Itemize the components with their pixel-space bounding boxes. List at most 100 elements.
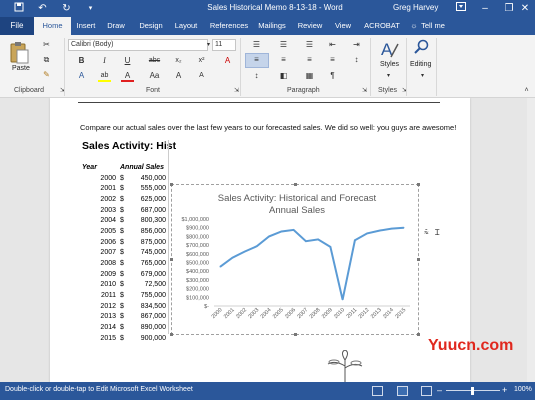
cut-icon[interactable]: ✂ (40, 39, 53, 51)
change-case-icon[interactable]: Aa (148, 70, 161, 82)
editing-dropdown-icon[interactable]: ▾ (416, 70, 429, 82)
copy-icon[interactable]: ⧉ (40, 54, 53, 66)
font-name-box[interactable]: Calibri (Body) (68, 39, 208, 51)
underline-icon[interactable]: U (121, 55, 134, 67)
font-launcher-icon[interactable]: ⇲ (230, 85, 243, 97)
tab-view[interactable]: View (332, 17, 354, 35)
sort-icon[interactable]: ↕ (350, 54, 363, 66)
sales-cell: 900,000 (140, 334, 166, 342)
zoom-slider-thumb[interactable] (471, 387, 474, 395)
grow-font-icon[interactable]: A (172, 70, 185, 82)
tab-home[interactable]: Home (34, 17, 71, 35)
embedded-chart[interactable]: Sales Activity: Historical and Forecast … (170, 183, 420, 336)
styles-dropdown-icon[interactable]: ▾ (382, 70, 395, 82)
body-paragraph[interactable]: Compare our actual sales over the last f… (80, 123, 456, 132)
tab-layout[interactable]: Layout (171, 17, 201, 35)
resize-handle[interactable] (417, 258, 420, 261)
sales-table[interactable]: Year Annual Sales 2000 $450,000 2001 $555,0… (80, 162, 168, 344)
web-layout-icon[interactable] (421, 386, 432, 396)
document-page[interactable]: Compare our actual sales over the last f… (50, 98, 470, 382)
divider (370, 38, 371, 96)
read-mode-icon[interactable] (372, 386, 383, 396)
decrease-indent-icon[interactable]: ⇤ (326, 39, 339, 51)
user-name[interactable]: Greg Harvey (393, 3, 438, 12)
align-right-icon[interactable]: ≡ (303, 54, 316, 66)
center-icon[interactable]: ≡ (277, 54, 290, 66)
clipboard-launcher-icon[interactable]: ⇲ (56, 85, 69, 97)
table-header-sales: Annual Sales (120, 163, 164, 171)
resize-handle[interactable] (294, 333, 297, 336)
italic-icon[interactable]: I (98, 55, 111, 67)
align-left-icon[interactable]: ≡ (250, 54, 263, 66)
bullets-icon[interactable]: ☰ (250, 39, 263, 51)
paste-icon[interactable] (8, 41, 30, 67)
tab-insert[interactable]: Insert (71, 17, 101, 35)
x-tick-label: 2012 (358, 307, 371, 320)
sales-cell: 745,000 (140, 249, 166, 257)
highlight-icon[interactable]: ab (98, 70, 111, 82)
resize-handle[interactable] (170, 258, 173, 261)
resize-handle[interactable] (170, 333, 173, 336)
editing-button[interactable]: Editing (410, 61, 431, 68)
vertical-scrollbar[interactable] (527, 98, 535, 382)
numbering-icon[interactable]: ☰ (277, 39, 290, 51)
resize-handle[interactable] (170, 183, 173, 186)
show-marks-icon[interactable]: ¶ (326, 70, 339, 82)
tab-references[interactable]: References (206, 17, 252, 35)
format-painter-icon[interactable]: ✎ (40, 69, 53, 81)
strikethrough-icon[interactable]: abc (148, 55, 161, 67)
collapse-ribbon-icon[interactable]: ˄ (520, 85, 533, 97)
styles-launcher-icon[interactable]: ⇲ (398, 85, 411, 97)
increase-indent-icon[interactable]: ⇥ (350, 39, 363, 51)
sales-cell: 687,000 (140, 206, 166, 214)
tab-file[interactable]: File (0, 17, 34, 35)
sheet-title[interactable]: Sales Activity: Hist (82, 140, 176, 152)
ribbon-display-icon[interactable] (448, 0, 474, 17)
print-layout-icon[interactable] (397, 386, 408, 396)
undo-icon[interactable]: ↶ (36, 2, 49, 15)
multilevel-list-icon[interactable]: ☰ (303, 39, 316, 51)
styles-icon[interactable]: A (378, 38, 400, 60)
close-icon[interactable]: ✕ (515, 0, 535, 17)
x-tick-label: 2002 (235, 307, 248, 320)
zoom-out-icon[interactable]: – (437, 385, 442, 395)
line-spacing-icon[interactable]: ↕ (250, 70, 263, 82)
tab-acrobat[interactable]: ACROBAT (362, 17, 402, 35)
paste-button[interactable]: Paste (12, 65, 30, 72)
y-tick-label: $- (204, 304, 209, 310)
year-cell: 2015 (100, 334, 116, 342)
resize-handle[interactable] (294, 183, 297, 186)
tab-review[interactable]: Review (296, 17, 324, 35)
resize-handle[interactable] (417, 333, 420, 336)
clear-formatting-icon[interactable]: A (221, 55, 234, 67)
document-title: Sales Historical Memo 8-13-18 - Word (207, 3, 343, 12)
x-tick-label: 2014 (382, 307, 395, 320)
resize-handle[interactable] (417, 183, 420, 186)
magnifier-icon[interactable] (414, 39, 430, 55)
layout-options-icon[interactable]: ⩯ (424, 228, 429, 238)
minimize-icon[interactable]: – (472, 0, 498, 17)
tab-design[interactable]: Design (133, 17, 169, 35)
text-effects-icon[interactable]: A (75, 70, 88, 82)
zoom-level[interactable]: 100% (514, 386, 532, 393)
borders-icon[interactable]: ▦ (303, 70, 316, 82)
font-size-box[interactable]: 11 (212, 39, 236, 51)
bold-icon[interactable]: B (75, 55, 88, 67)
tab-mailings[interactable]: Mailings (255, 17, 289, 35)
redo-icon[interactable]: ↻ (60, 2, 73, 15)
tab-draw[interactable]: Draw (103, 17, 129, 35)
subscript-icon[interactable]: x₂ (172, 55, 185, 67)
shading-icon[interactable]: ◧ (277, 70, 290, 82)
zoom-in-icon[interactable]: + (502, 385, 507, 395)
table-row: 2011 $755,000 (80, 290, 168, 301)
tell-me-box[interactable]: Tell me (419, 17, 447, 35)
customize-icon[interactable]: ▾ (84, 2, 97, 15)
styles-button[interactable]: Styles (380, 61, 399, 68)
font-color-icon[interactable]: A (121, 70, 134, 82)
x-tick-label: 2000 (211, 307, 224, 320)
year-cell: 2007 (100, 249, 116, 257)
superscript-icon[interactable]: x² (195, 55, 208, 67)
justify-icon[interactable]: ≡ (326, 54, 339, 66)
shrink-font-icon[interactable]: A (195, 70, 208, 82)
save-icon[interactable] (12, 2, 25, 15)
